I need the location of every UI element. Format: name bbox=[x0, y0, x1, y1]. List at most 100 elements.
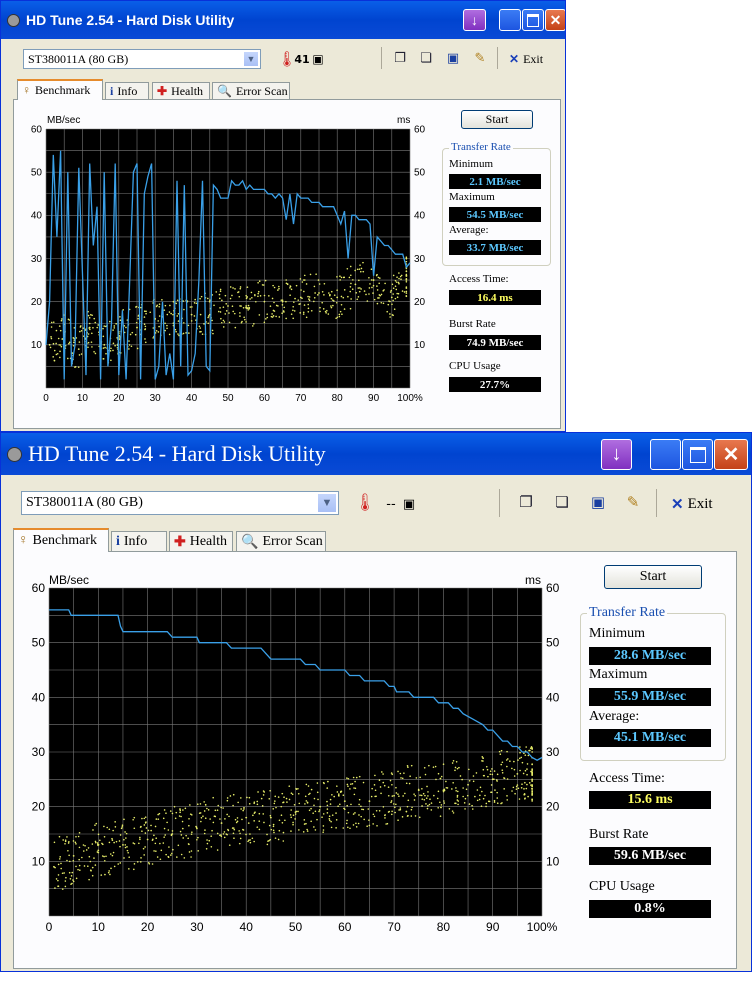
access-time-point bbox=[220, 321, 223, 324]
access-time-point bbox=[372, 284, 375, 287]
cpu-usage-label: CPU Usage bbox=[589, 879, 655, 894]
access-time-point bbox=[200, 330, 202, 333]
access-time-point bbox=[525, 787, 528, 790]
access-time-point bbox=[187, 324, 190, 327]
access-time-point bbox=[430, 802, 433, 804]
access-time-point bbox=[292, 317, 295, 320]
access-time-point bbox=[432, 766, 435, 768]
access-time-point bbox=[340, 276, 343, 279]
benchmark-icon: ♀ bbox=[22, 83, 31, 97]
access-time-point bbox=[294, 297, 296, 300]
access-time-point bbox=[531, 771, 533, 774]
access-time-point bbox=[240, 797, 242, 799]
tab-benchmark[interactable]: ♀ Benchmark bbox=[17, 79, 103, 100]
access-time-point bbox=[200, 820, 202, 823]
access-time-point bbox=[52, 356, 54, 358]
access-time-point bbox=[349, 307, 352, 310]
tab-benchmark[interactable]: ♀ Benchmark bbox=[13, 528, 109, 552]
access-time-point bbox=[92, 829, 94, 831]
access-time-point bbox=[75, 835, 77, 838]
access-time-point bbox=[91, 843, 94, 845]
access-time-point bbox=[52, 321, 55, 323]
access-time-point bbox=[367, 808, 370, 810]
access-time-point bbox=[274, 800, 276, 802]
access-time-point bbox=[200, 295, 203, 298]
x-tick-label: 70 bbox=[295, 393, 307, 404]
access-time-label: Access Time: bbox=[589, 771, 665, 786]
access-time-point bbox=[78, 858, 80, 861]
access-time-point bbox=[531, 778, 533, 781]
access-time-point bbox=[239, 837, 242, 840]
access-time-value: 15.6 ms bbox=[589, 791, 711, 809]
access-time-point bbox=[323, 282, 326, 285]
access-time-point bbox=[204, 804, 207, 806]
access-time-point bbox=[294, 818, 296, 820]
access-time-point bbox=[531, 768, 533, 770]
access-time-point bbox=[335, 827, 337, 829]
cpu-usage-label: CPU Usage bbox=[449, 360, 501, 372]
access-time-point bbox=[486, 768, 489, 771]
start-button[interactable]: Start bbox=[604, 565, 702, 589]
access-time-point bbox=[93, 317, 96, 320]
access-time-point bbox=[150, 829, 152, 832]
access-time-point bbox=[347, 295, 349, 298]
y-tick-label-right: 60 bbox=[414, 124, 426, 135]
access-time-point bbox=[381, 771, 383, 773]
maximum-label: Maximum bbox=[449, 191, 495, 203]
access-time-point bbox=[228, 815, 230, 818]
access-time-point bbox=[518, 798, 521, 800]
start-button[interactable]: Start bbox=[461, 110, 533, 129]
access-time-point bbox=[368, 276, 370, 279]
access-time-point bbox=[83, 865, 86, 867]
access-time-point bbox=[243, 806, 245, 809]
access-time-point bbox=[526, 763, 529, 765]
access-time-point bbox=[358, 798, 361, 801]
access-time-point bbox=[322, 308, 325, 310]
x-tick-label: 0 bbox=[43, 393, 49, 404]
access-time-point bbox=[443, 788, 446, 791]
access-time-point bbox=[139, 836, 141, 839]
x-tick-label: 60 bbox=[259, 393, 271, 404]
access-time-point bbox=[95, 822, 98, 825]
access-time-point bbox=[269, 789, 271, 792]
access-time-point bbox=[68, 342, 70, 345]
access-time-point bbox=[197, 836, 199, 839]
access-time-point bbox=[463, 802, 466, 804]
access-time-point bbox=[124, 846, 127, 849]
access-time-point bbox=[421, 805, 423, 807]
access-time-point bbox=[314, 810, 317, 813]
access-time-point bbox=[347, 785, 349, 788]
access-time-point bbox=[172, 300, 175, 303]
access-time-point bbox=[421, 798, 424, 800]
access-time-point bbox=[369, 283, 371, 285]
access-time-point bbox=[220, 835, 223, 838]
access-time-point bbox=[322, 829, 325, 831]
access-time-point bbox=[162, 817, 165, 820]
access-time-point bbox=[461, 778, 463, 781]
access-time-point bbox=[191, 831, 193, 834]
access-time-point bbox=[91, 866, 94, 869]
access-time-point bbox=[380, 301, 383, 304]
access-time-point bbox=[285, 797, 288, 800]
access-time-point bbox=[340, 295, 343, 298]
access-time-point bbox=[60, 319, 63, 322]
access-time-point bbox=[225, 302, 228, 305]
access-time-point bbox=[343, 276, 346, 279]
access-time-point bbox=[531, 789, 533, 791]
access-time-point bbox=[58, 858, 61, 860]
access-time-point bbox=[531, 773, 533, 776]
access-time-point bbox=[261, 805, 264, 807]
access-time-point bbox=[96, 842, 99, 844]
access-time-point bbox=[482, 757, 484, 759]
access-time-point bbox=[240, 322, 243, 324]
access-time-point bbox=[456, 767, 459, 770]
access-time-point bbox=[328, 292, 330, 294]
access-time-point bbox=[113, 325, 116, 327]
access-time-point bbox=[403, 291, 406, 293]
access-time-point bbox=[127, 851, 129, 854]
access-time-point bbox=[59, 856, 61, 858]
access-time-point bbox=[258, 828, 261, 831]
access-time-point bbox=[210, 835, 213, 837]
access-time-point bbox=[277, 796, 280, 798]
access-time-point bbox=[396, 292, 398, 295]
